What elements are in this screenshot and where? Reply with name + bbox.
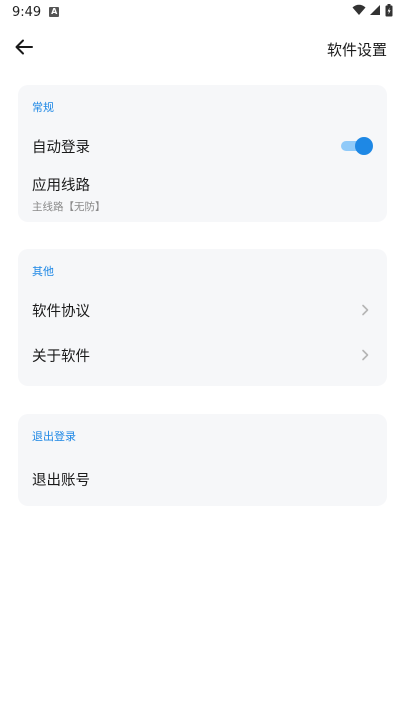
cellular-icon (370, 4, 381, 20)
agreement-row[interactable]: 软件协议 (18, 291, 387, 329)
about-row[interactable]: 关于软件 (18, 336, 387, 374)
section-title-logout: 退出登录 (32, 430, 76, 443)
auto-login-toggle[interactable] (341, 137, 373, 155)
logout-section-card: 退出登录 退出账号 (18, 414, 387, 506)
status-bar: 9:49 A (0, 0, 405, 24)
logout-label: 退出账号 (32, 472, 90, 489)
status-left: 9:49 A (12, 4, 60, 20)
agreement-label: 软件协议 (32, 303, 90, 320)
about-label: 关于软件 (32, 348, 90, 365)
chevron-right-icon (359, 349, 371, 361)
section-title-general: 常规 (32, 101, 54, 114)
status-time: 9:49 (12, 4, 42, 20)
section-title-other: 其他 (32, 265, 54, 278)
page-title: 软件设置 (326, 40, 387, 59)
route-label: 应用线路 (32, 178, 90, 194)
back-button[interactable] (12, 37, 36, 61)
status-icons (352, 3, 393, 21)
auto-login-row[interactable]: 自动登录 (18, 127, 387, 165)
chevron-right-icon (359, 304, 371, 316)
general-section-card: 常规 自动登录 应用线路 主线路【无防】 (18, 85, 387, 222)
a-icon: A (49, 7, 60, 17)
route-text: 应用线路 主线路【无防】 (32, 174, 106, 214)
app-bar: 软件设置 (0, 30, 405, 68)
other-section-card: 其他 软件协议 关于软件 (18, 249, 387, 386)
auto-login-label: 自动登录 (32, 139, 90, 156)
toggle-knob (355, 137, 373, 155)
wifi-icon (352, 4, 366, 20)
battery-icon (385, 3, 393, 21)
route-value: 主线路【无防】 (32, 201, 106, 213)
arrow-left-icon (15, 39, 33, 59)
logout-row[interactable]: 退出账号 (18, 460, 387, 498)
route-row[interactable]: 应用线路 主线路【无防】 (18, 173, 387, 215)
